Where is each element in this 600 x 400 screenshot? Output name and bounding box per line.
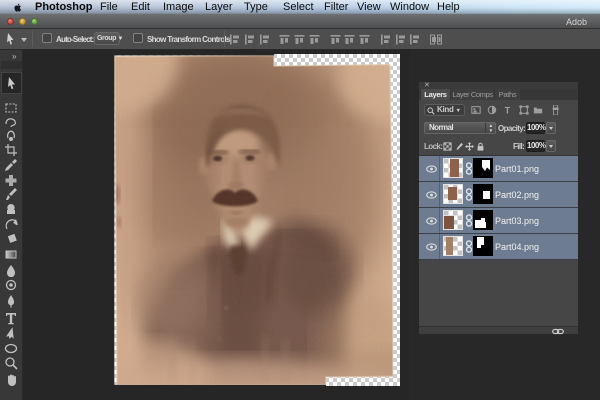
svg-text:T: T [505,105,511,115]
